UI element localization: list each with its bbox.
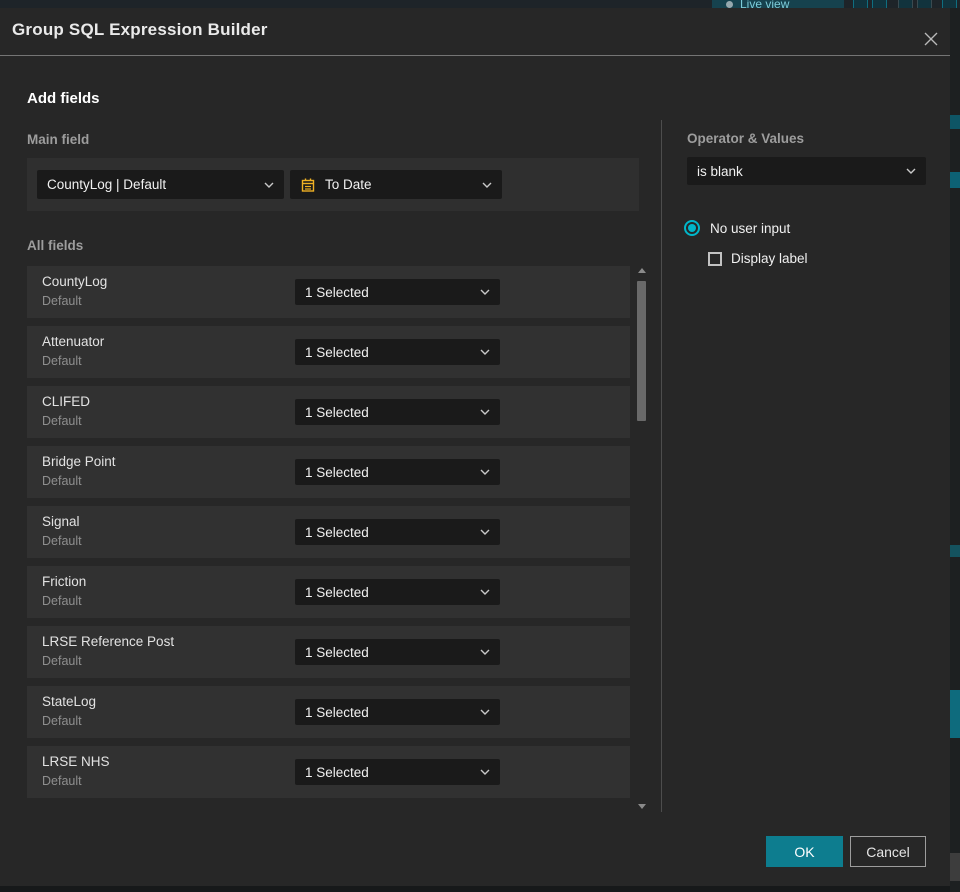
field-selected-value: 1 Selected [305,404,369,420]
main-field-dropdown-value: CountyLog | Default [47,177,167,192]
operator-values-label: Operator & Values [687,131,805,146]
chevron-down-icon [906,168,916,174]
field-name: LRSE NHS [42,754,110,769]
field-selected-dropdown[interactable]: 1 Selected [295,699,500,725]
field-name: Attenuator [42,334,105,349]
dialog-title: Group SQL Expression Builder [12,20,268,39]
chevron-down-icon [480,529,490,535]
field-row: Signal Default 1 Selected [27,506,630,558]
chevron-down-icon [480,349,490,355]
field-row: StateLog Default 1 Selected [27,686,630,738]
calendar-icon [300,177,316,193]
all-fields-label: All fields [27,238,84,253]
toolbar-button [898,0,913,8]
dialog-title-bar: Group SQL Expression Builder [0,8,950,56]
field-selected-value: 1 Selected [305,764,369,780]
field-sublabel: Default [42,594,82,608]
field-selected-dropdown[interactable]: 1 Selected [295,279,500,305]
field-name: LRSE Reference Post [42,634,175,649]
operator-dropdown[interactable]: is blank [687,157,926,185]
display-label-checkbox[interactable] [708,251,722,266]
field-selected-dropdown[interactable]: 1 Selected [295,519,500,545]
field-name: CLIFED [42,394,91,409]
toolbar-button [917,0,932,8]
field-selected-value: 1 Selected [305,584,369,600]
no-user-input-option[interactable]: No user input [684,220,790,236]
field-selected-value: 1 Selected [305,644,369,660]
field-selected-value: 1 Selected [305,284,369,300]
main-field-type-dropdown[interactable]: To Date [290,170,502,199]
field-row: Attenuator Default 1 Selected [27,326,630,378]
background-app-edge [950,8,960,892]
group-sql-expression-builder-dialog: Group SQL Expression Builder Add fields … [0,8,950,886]
toolbar-button [872,0,887,8]
chevron-down-icon [482,182,492,188]
list-scrollbar[interactable] [636,264,648,813]
field-selected-dropdown[interactable]: 1 Selected [295,339,500,365]
field-selected-dropdown[interactable]: 1 Selected [295,399,500,425]
field-sublabel: Default [42,294,82,308]
cancel-button[interactable]: Cancel [850,836,926,867]
live-view-dot-icon [726,0,733,8]
field-sublabel: Default [42,774,82,788]
field-selected-value: 1 Selected [305,524,369,540]
field-sublabel: Default [42,534,82,548]
chevron-down-icon [480,469,490,475]
field-sublabel: Default [42,714,82,728]
field-name: CountyLog [42,274,108,289]
field-sublabel: Default [42,654,82,668]
toolbar-button [853,0,868,8]
display-label-label: Display label [731,251,808,266]
main-field-type-dropdown-value: To Date [325,177,372,192]
main-field-label: Main field [27,132,90,147]
live-view-button: Live view [712,0,844,8]
main-field-container: CountyLog | Default To Date [27,158,639,211]
chevron-down-icon [480,589,490,595]
all-fields-list: CountyLog Default 1 Selected Attenuator … [27,266,630,798]
close-icon[interactable] [919,27,943,51]
chevron-down-icon [480,769,490,775]
field-name: Bridge Point [42,454,116,469]
chevron-down-icon [480,709,490,715]
ok-button[interactable]: OK [766,836,843,867]
field-selected-dropdown[interactable]: 1 Selected [295,639,500,665]
field-row: Friction Default 1 Selected [27,566,630,618]
field-name: Friction [42,574,87,589]
field-selected-dropdown[interactable]: 1 Selected [295,459,500,485]
field-name: StateLog [42,694,97,709]
field-row: LRSE NHS Default 1 Selected [27,746,630,798]
panel-divider [661,120,662,812]
scroll-up-icon[interactable] [638,268,646,273]
toolbar-button [942,0,957,8]
field-selected-value: 1 Selected [305,344,369,360]
field-row: Bridge Point Default 1 Selected [27,446,630,498]
field-selected-value: 1 Selected [305,704,369,720]
live-view-label: Live view [740,0,790,8]
field-sublabel: Default [42,354,82,368]
field-row: CountyLog Default 1 Selected [27,266,630,318]
chevron-down-icon [264,182,274,188]
operator-dropdown-value: is blank [697,163,743,179]
field-selected-value: 1 Selected [305,464,369,480]
field-selected-dropdown[interactable]: 1 Selected [295,759,500,785]
no-user-input-label: No user input [710,220,791,236]
main-field-dropdown[interactable]: CountyLog | Default [37,170,284,199]
scroll-down-icon[interactable] [638,804,646,809]
field-row: LRSE Reference Post Default 1 Selected [27,626,630,678]
field-sublabel: Default [42,414,82,428]
field-row: CLIFED Default 1 Selected [27,386,630,438]
add-fields-heading: Add fields [27,90,100,107]
no-user-input-radio[interactable] [684,220,700,236]
chevron-down-icon [480,649,490,655]
scrollbar-thumb[interactable] [637,281,646,421]
field-name: Signal [42,514,80,529]
chevron-down-icon [480,409,490,415]
field-selected-dropdown[interactable]: 1 Selected [295,579,500,605]
field-sublabel: Default [42,474,82,488]
display-label-option[interactable]: Display label [708,251,808,266]
chevron-down-icon [480,289,490,295]
background-app-header: Live view [0,0,960,8]
